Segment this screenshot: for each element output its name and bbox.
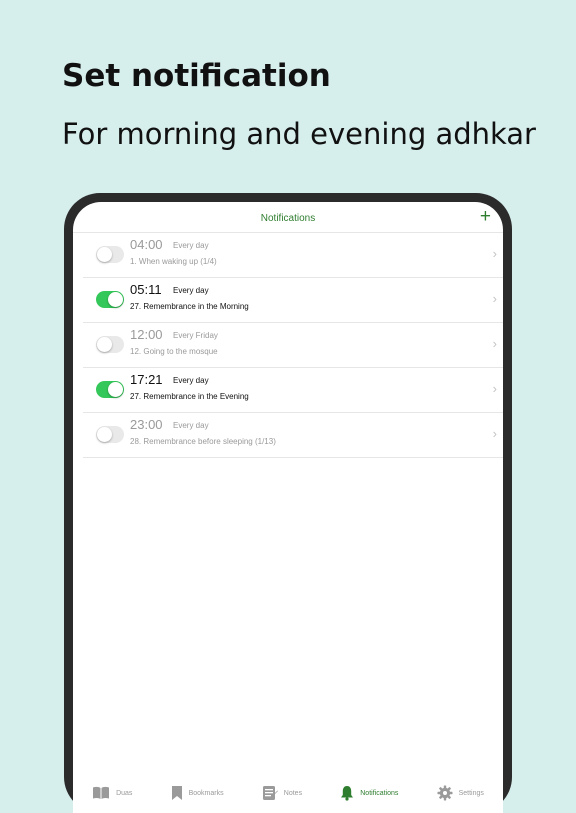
toggle-knob (108, 292, 123, 307)
bookmark-icon (171, 786, 182, 800)
notification-time: 04:00 (130, 237, 163, 252)
app-screen: Notifications + 04:00 Every day 1. When … (73, 202, 503, 813)
notification-title: 1. When waking up (1/4) (130, 257, 217, 266)
toggle-knob (97, 247, 112, 262)
notification-row[interactable]: 12:00 Every Friday 12. Going to the mosq… (83, 323, 503, 368)
notes-icon (262, 786, 278, 800)
headline: Set notification (62, 58, 331, 94)
gear-icon (437, 785, 453, 801)
tab-label: Settings (458, 789, 484, 797)
navigation-bar: Notifications + (73, 202, 503, 233)
tab-notifications[interactable]: Notifications (340, 785, 398, 801)
tablet-frame: Notifications + 04:00 Every day 1. When … (64, 193, 512, 813)
chevron-right-icon: › (492, 426, 497, 441)
notification-frequency: Every day (173, 421, 209, 430)
notification-row[interactable]: 05:11 Every day 27. Remembrance in the M… (83, 278, 503, 323)
tab-label: Bookmarks (188, 789, 224, 797)
toggle-knob (97, 427, 112, 442)
notification-toggle[interactable] (96, 336, 124, 353)
notification-title: 12. Going to the mosque (130, 347, 218, 356)
subline: For morning and evening adhkar (62, 117, 536, 151)
notification-row[interactable]: 23:00 Every day 28. Remembrance before s… (83, 413, 503, 458)
chevron-right-icon: › (492, 246, 497, 261)
notification-toggle[interactable] (96, 426, 124, 443)
notification-time: 12:00 (130, 327, 163, 342)
notification-toggle[interactable] (96, 246, 124, 263)
notification-title: 27. Remembrance in the Evening (130, 392, 249, 401)
notification-time: 17:21 (130, 372, 163, 387)
notification-frequency: Every Friday (173, 331, 218, 340)
chevron-right-icon: › (492, 381, 497, 396)
tab-bar: Duas Bookmarks Notes Notifications Setti… (73, 773, 503, 813)
notification-frequency: Every day (173, 376, 209, 385)
notification-title: 27. Remembrance in the Morning (130, 302, 249, 311)
notification-toggle[interactable] (96, 381, 124, 398)
bell-icon (341, 786, 354, 801)
notification-title: 28. Remembrance before sleeping (1/13) (130, 437, 276, 446)
chevron-right-icon: › (492, 336, 497, 351)
notification-frequency: Every day (173, 241, 209, 250)
plus-icon: + (479, 206, 491, 227)
nav-title: Notifications (260, 213, 316, 224)
tab-notes[interactable]: Notes (262, 785, 302, 801)
tab-bookmarks[interactable]: Bookmarks (171, 785, 224, 801)
toggle-knob (108, 382, 123, 397)
notification-row[interactable]: 17:21 Every day 27. Remembrance in the E… (83, 368, 503, 413)
notification-frequency: Every day (173, 286, 209, 295)
tab-label: Notifications (360, 789, 399, 797)
add-notification-button[interactable]: + (480, 207, 491, 227)
toggle-knob (97, 337, 112, 352)
tab-label: Notes (283, 789, 303, 797)
tab-label: Duas (116, 789, 133, 797)
notification-time: 23:00 (130, 417, 163, 432)
tab-settings[interactable]: Settings (437, 785, 484, 801)
notification-time: 05:11 (130, 282, 162, 297)
notification-toggle[interactable] (96, 291, 124, 308)
tab-duas[interactable]: Duas (92, 786, 132, 800)
chevron-right-icon: › (492, 291, 497, 306)
notification-row[interactable]: 04:00 Every day 1. When waking up (1/4) … (83, 233, 503, 278)
book-icon (93, 786, 110, 799)
notification-list: 04:00 Every day 1. When waking up (1/4) … (73, 233, 503, 458)
